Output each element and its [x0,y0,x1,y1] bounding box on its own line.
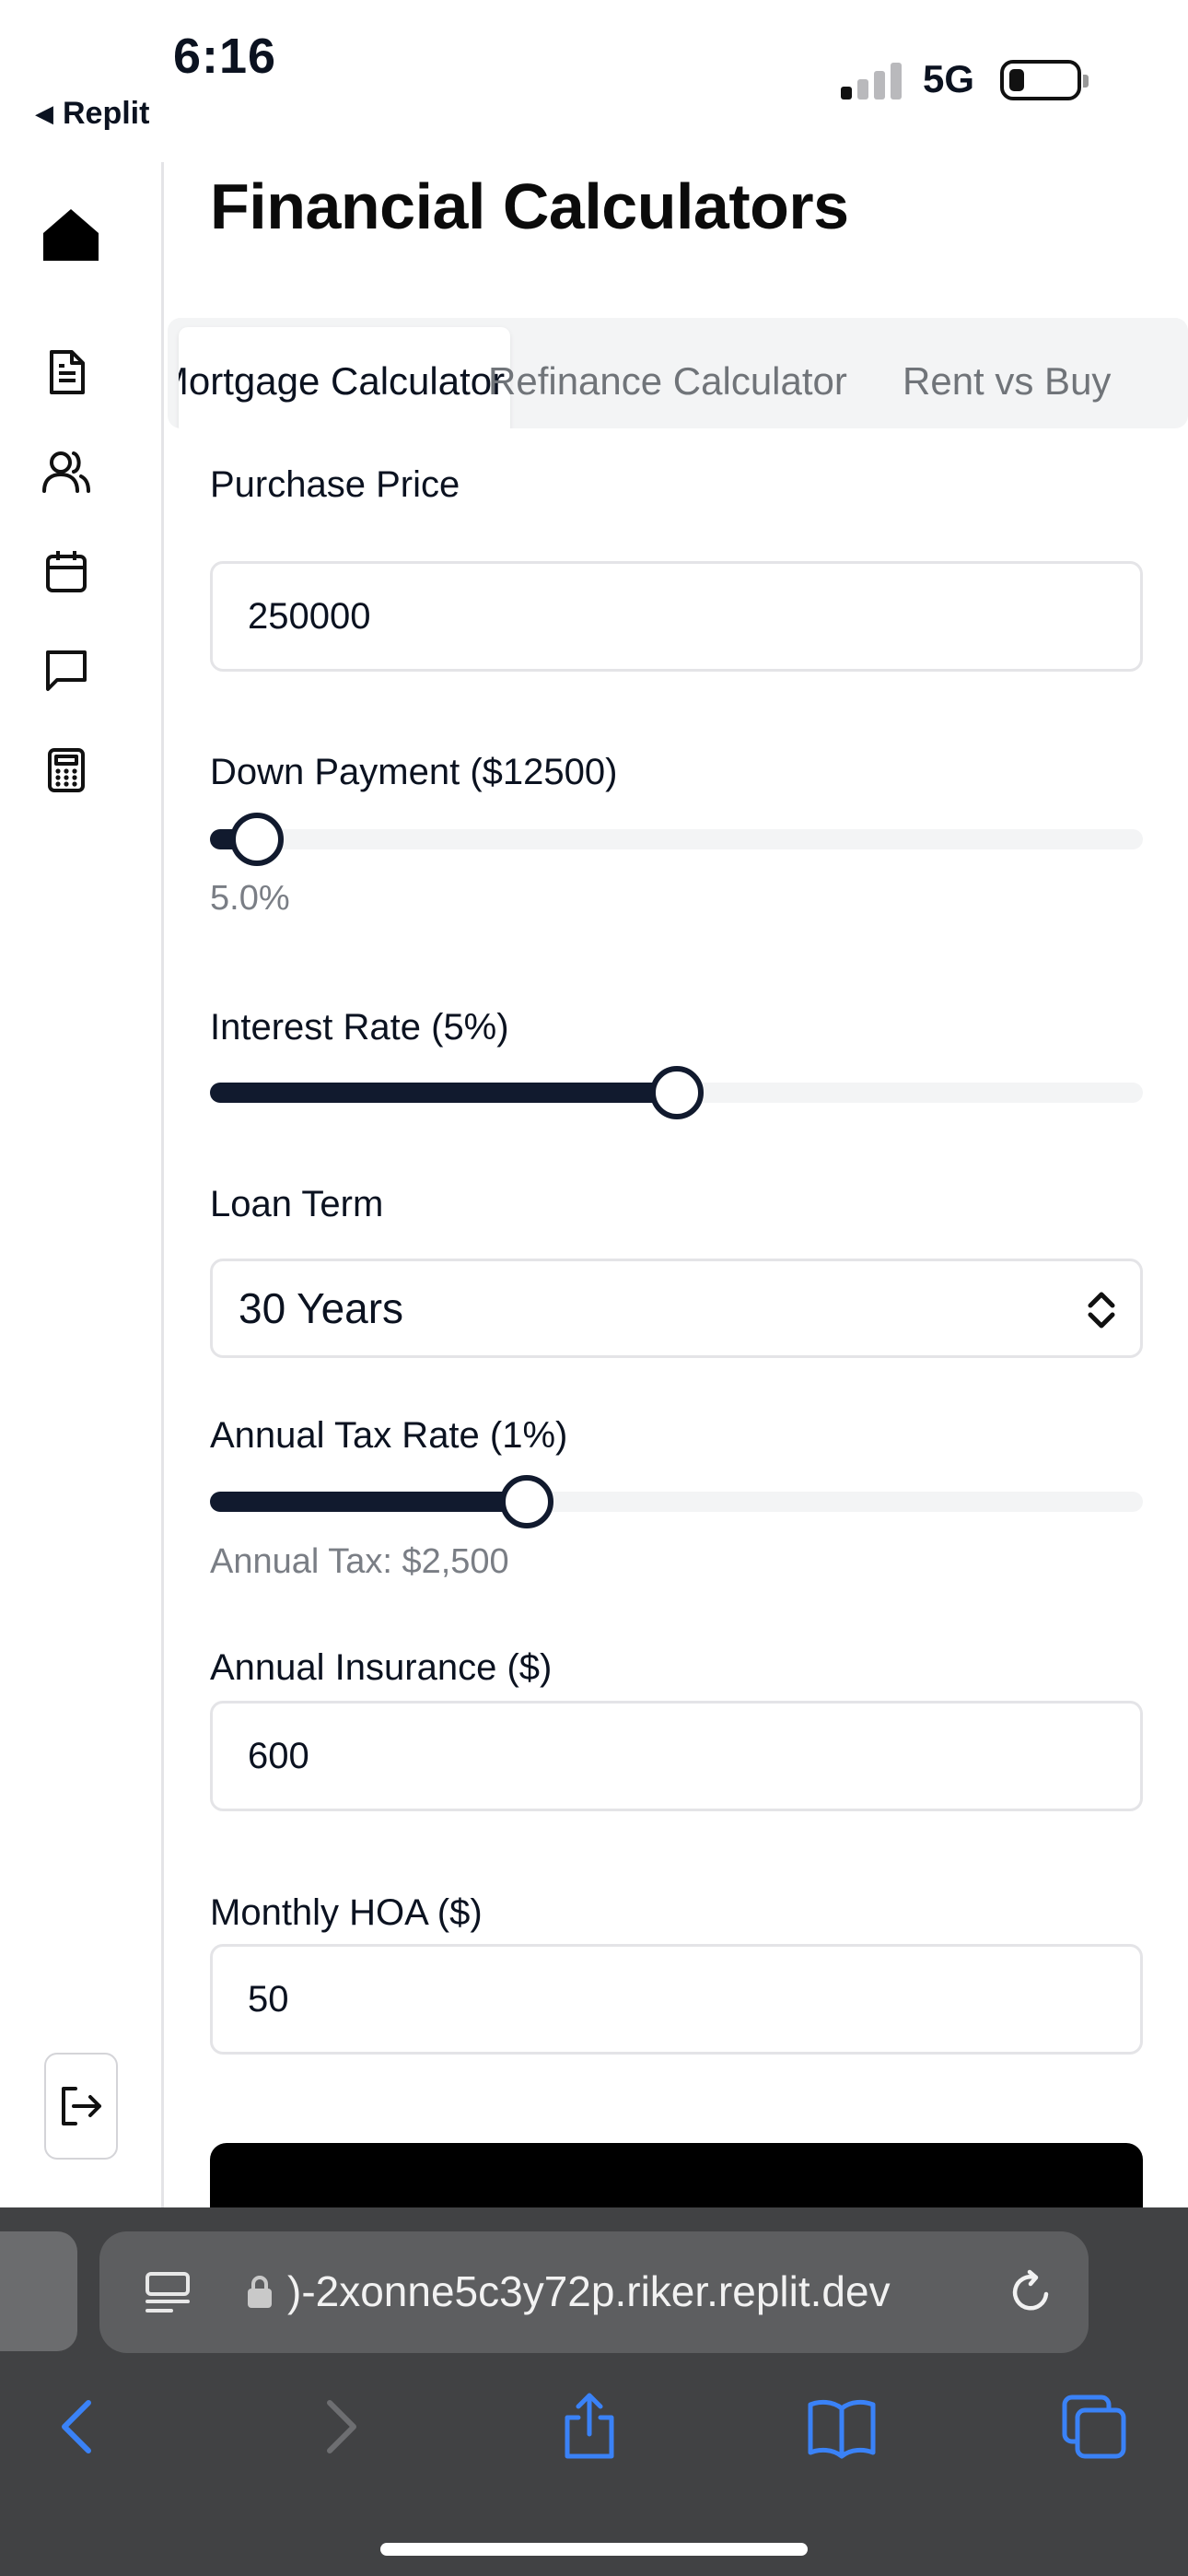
monthly-hoa-label: Monthly HOA ($) [210,1892,483,1933]
purchase-price-input[interactable]: 250000 [210,561,1143,672]
network-type: 5G [923,57,975,100]
tab-rent-vs-buy[interactable]: Rent vs Buy [903,327,1111,428]
address-bar[interactable]: )-2xonne5c3y72p.riker.replit.dev [99,2231,1089,2353]
annual-tax-rate-slider[interactable] [210,1473,1143,1528]
down-payment-slider[interactable] [210,811,1143,866]
back-app-label: Replit [63,96,150,131]
reader-mode-icon[interactable] [144,2268,192,2316]
calculator-icon[interactable] [41,744,92,796]
tab-mortgage-calculator[interactable]: Mortgage Calculator [179,327,510,428]
back-triangle-icon: ◀ [35,100,53,127]
interest-rate-slider[interactable] [210,1064,1143,1119]
signal-icon [841,61,905,100]
interest-rate-label: Interest Rate (5%) [210,1007,509,1048]
down-payment-percent: 5.0% [210,879,290,918]
annual-tax-rate-label: Annual Tax Rate (1%) [210,1415,568,1456]
battery-icon [1000,60,1089,100]
share-icon[interactable] [554,2392,624,2462]
home-icon[interactable] [41,205,101,265]
sidebar [0,162,164,2207]
tab-refinance-calculator[interactable]: Refinance Calculator [488,327,847,428]
calendar-icon[interactable] [41,545,92,597]
forward-arrow-icon[interactable] [304,2392,374,2462]
loan-term-value: 30 Years [239,1284,404,1332]
bookmarks-icon[interactable] [807,2392,877,2462]
users-icon[interactable] [41,446,92,498]
status-time: 6:16 [173,29,277,84]
previous-tab-preview[interactable] [0,2231,77,2351]
tabs-icon[interactable] [1059,2392,1129,2462]
browser-toolbar: )-2xonne5c3y72p.riker.replit.dev [0,2207,1188,2576]
slider-thumb[interactable] [649,1066,704,1119]
annual-insurance-input[interactable]: 600 [210,1701,1143,1811]
slider-thumb[interactable] [500,1475,554,1528]
loan-term-label: Loan Term [210,1184,384,1224]
chevron-up-down-icon [1088,1292,1115,1329]
slider-range [210,1492,528,1512]
logout-button[interactable] [44,2053,118,2160]
annual-insurance-label: Annual Insurance ($) [210,1647,553,1688]
loan-term-select[interactable]: 30 Years [210,1259,1143,1358]
down-payment-label: Down Payment ($12500) [210,752,618,792]
slider-thumb[interactable] [229,813,284,866]
lock-icon [248,2276,272,2308]
back-to-app-link[interactable]: ◀ Replit [35,96,149,132]
monthly-hoa-input[interactable]: 50 [210,1944,1143,2055]
home-indicator [380,2543,808,2556]
back-arrow-icon[interactable] [44,2392,114,2462]
annual-tax-amount: Annual Tax: $2,500 [210,1542,509,1581]
message-icon[interactable] [41,645,92,697]
calculator-tabs: Mortgage Calculator Refinance Calculator… [168,318,1188,428]
document-icon[interactable] [41,346,92,398]
url-text: )-2xonne5c3y72p.riker.replit.dev [287,2267,891,2315]
slider-range [210,1083,677,1103]
page-title: Financial Calculators [210,170,849,242]
status-bar: 6:16 ◀ Replit 5G [0,0,1188,157]
reload-icon[interactable] [1006,2266,1057,2318]
logout-icon [62,2087,101,2125]
purchase-price-label: Purchase Price [210,464,460,505]
